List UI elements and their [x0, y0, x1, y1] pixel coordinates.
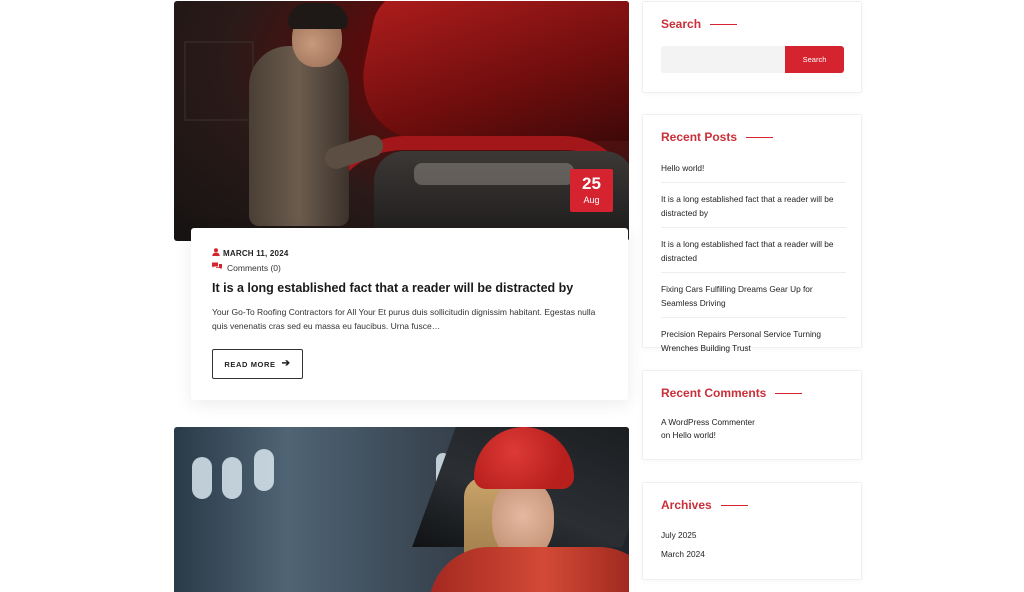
- post-meta-date[interactable]: MARCH 11, 2024: [212, 248, 289, 259]
- comments-icon: [212, 262, 222, 273]
- mechanic-hair: [288, 3, 348, 29]
- comments-count-text: Comments (0): [227, 262, 281, 273]
- widget-title: Search: [661, 17, 738, 31]
- post-date-text: MARCH 11, 2024: [223, 249, 289, 258]
- post-excerpt: Your Go-To Roofing Contractors for All Y…: [212, 307, 596, 331]
- archive-link[interactable]: July 2025: [661, 528, 705, 542]
- read-more-label: READ MORE: [224, 359, 276, 369]
- garage-shelf: [184, 41, 254, 121]
- mechanic-figure: [249, 46, 349, 226]
- post-title[interactable]: It is a long established fact that a rea…: [212, 280, 612, 296]
- recent-comments-widget: Recent Comments A WordPress Commenter on…: [642, 370, 862, 460]
- list-item: It is a long established fact that a rea…: [661, 191, 846, 228]
- garage-light: [254, 449, 274, 491]
- recent-posts-title: Recent Posts: [661, 130, 738, 144]
- title-divider: [775, 392, 803, 394]
- red-jacket: [429, 547, 629, 592]
- widget-title: Archives: [661, 498, 748, 512]
- post-featured-image[interactable]: [174, 1, 629, 241]
- recent-posts-list: Hello world! It is a long established fa…: [661, 160, 846, 370]
- widget-title: Recent Posts: [661, 130, 774, 144]
- widget-title: Recent Comments: [661, 386, 803, 400]
- search-button[interactable]: Search: [785, 46, 844, 73]
- comment-post-link[interactable]: Hello world!: [673, 430, 716, 440]
- archives-widget: Archives July 2025 March 2024: [642, 482, 862, 580]
- archive-link[interactable]: March 2024: [661, 547, 705, 561]
- recent-post-link[interactable]: It is a long established fact that a rea…: [661, 237, 846, 265]
- recent-post-link[interactable]: Hello world!: [661, 161, 846, 175]
- archives-title: Archives: [661, 498, 712, 512]
- user-icon: [212, 248, 220, 259]
- date-badge: 25 Aug: [570, 169, 613, 212]
- comment-author-link[interactable]: A WordPress Commenter: [661, 417, 755, 427]
- search-input[interactable]: [661, 46, 785, 73]
- post-meta-comments[interactable]: Comments (0): [212, 262, 281, 273]
- recent-post-link[interactable]: Precision Repairs Personal Service Turni…: [661, 327, 846, 355]
- title-divider: [720, 504, 748, 506]
- list-item: Hello world!: [661, 160, 846, 183]
- title-divider: [746, 136, 774, 138]
- car-hood: [348, 1, 629, 141]
- garage-light: [192, 457, 212, 499]
- post-card: MARCH 11, 2024 Comments (0) It is a long…: [191, 228, 628, 400]
- archives-list: July 2025 March 2024: [661, 528, 705, 566]
- recent-post-link[interactable]: It is a long established fact that a rea…: [661, 192, 846, 220]
- title-divider: [710, 23, 738, 25]
- comment-on-label: on: [661, 430, 671, 440]
- recent-comment: A WordPress Commenter on Hello world!: [661, 416, 846, 442]
- garage-light: [222, 457, 242, 499]
- list-item: It is a long established fact that a rea…: [661, 236, 846, 273]
- date-badge-month: Aug: [583, 195, 600, 205]
- read-more-button[interactable]: READ MORE ➔: [212, 349, 303, 379]
- recent-post-link[interactable]: Fixing Cars Fulfilling Dreams Gear Up fo…: [661, 282, 846, 310]
- recent-posts-widget: Recent Posts Hello world! It is a long e…: [642, 114, 862, 353]
- list-item: Precision Repairs Personal Service Turni…: [661, 326, 846, 362]
- recent-comments-title: Recent Comments: [661, 386, 767, 400]
- date-badge-day: 25: [582, 174, 601, 193]
- search-widget-title: Search: [661, 17, 702, 31]
- list-item: Fixing Cars Fulfilling Dreams Gear Up fo…: [661, 281, 846, 318]
- post-featured-image-2[interactable]: [174, 427, 629, 592]
- search-widget: Search Search: [642, 1, 862, 93]
- arrow-right-icon: ➔: [281, 358, 291, 369]
